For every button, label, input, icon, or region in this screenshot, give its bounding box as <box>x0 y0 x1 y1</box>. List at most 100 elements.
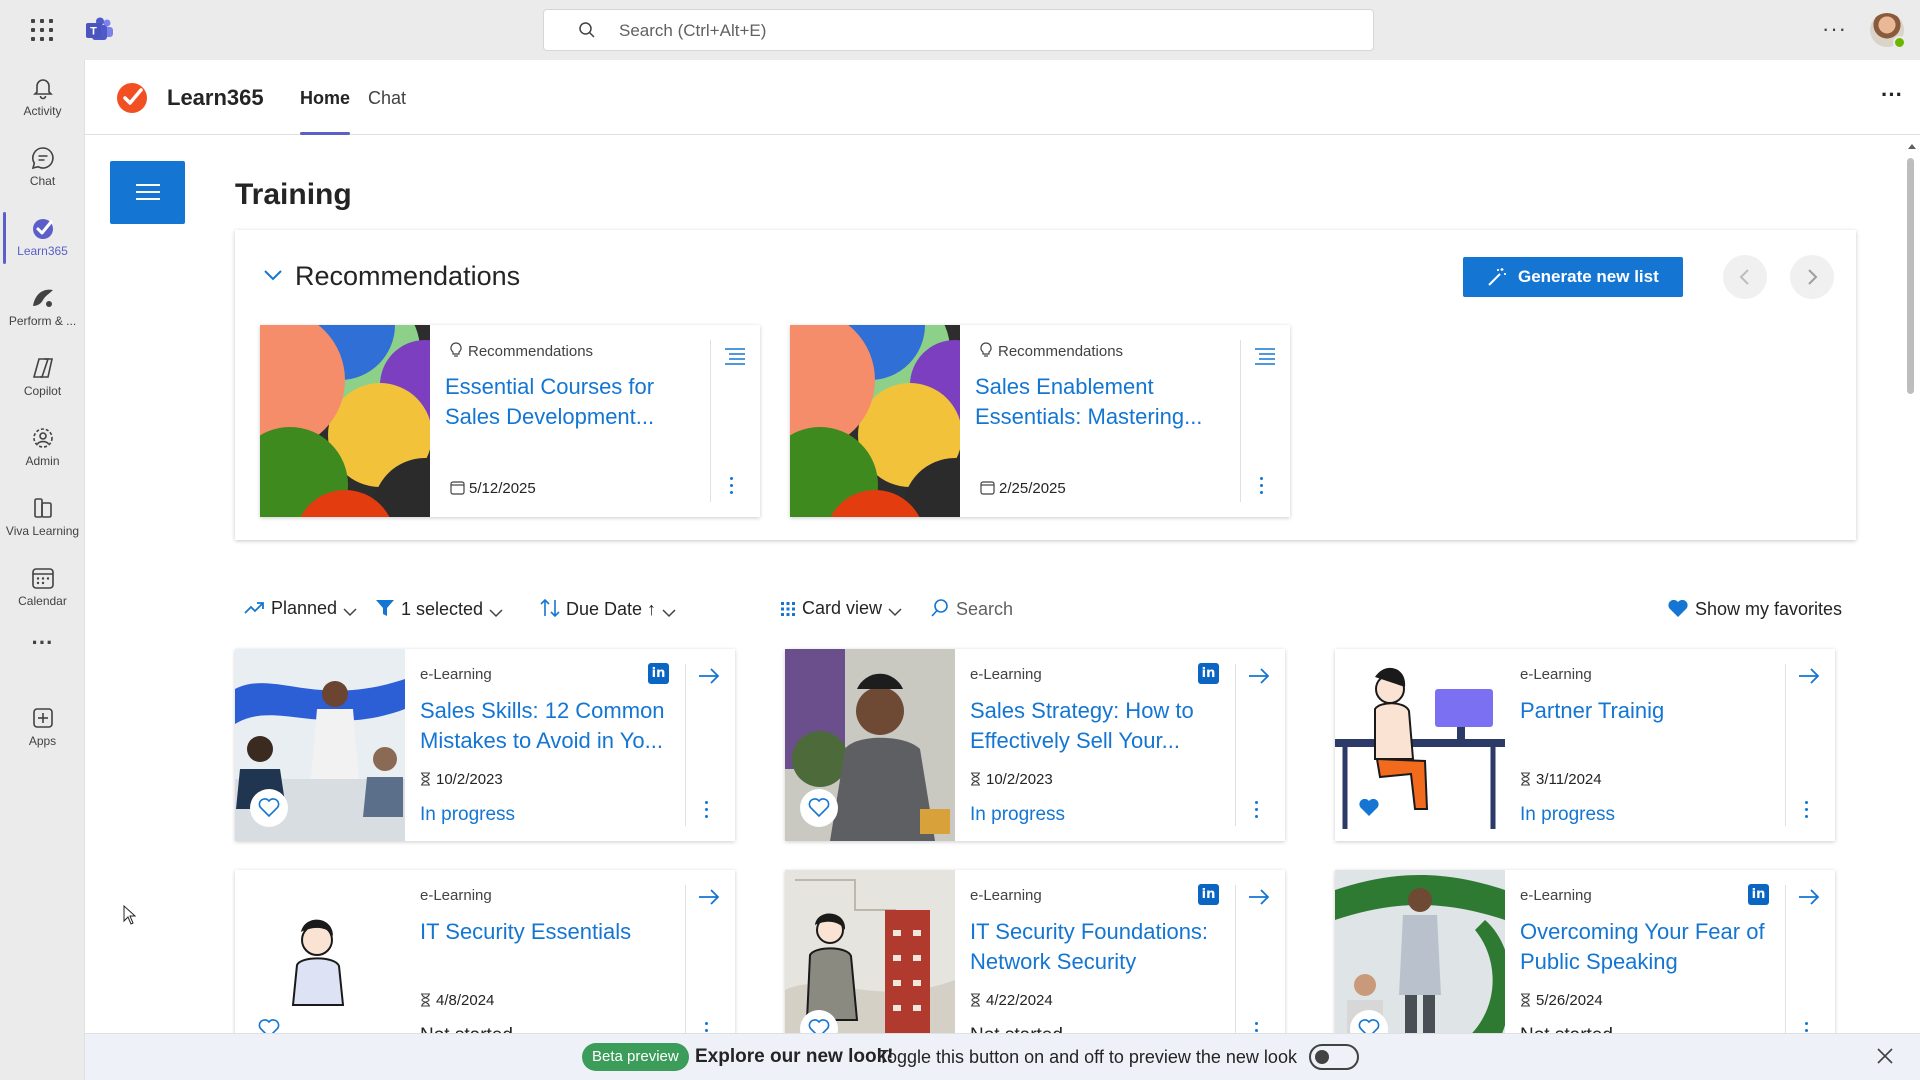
recommendation-date: 5/12/2025 <box>450 480 536 497</box>
more-vertical-icon[interactable] <box>705 801 709 822</box>
rail-item-calendar[interactable]: Calendar <box>0 556 85 622</box>
avatar[interactable] <box>1870 13 1906 49</box>
course-status: In progress <box>970 804 1066 825</box>
arrow-right-icon[interactable] <box>1248 888 1270 906</box>
sort-dropdown[interactable]: Due Date ↑ <box>540 598 676 620</box>
heart-filled-icon <box>1359 798 1379 816</box>
banner-headline: Explore our new look! <box>695 1046 894 1067</box>
arrow-right-icon[interactable] <box>1248 667 1270 685</box>
learn365-app: Learn365 Home Chat ··· Training Recommen… <box>85 60 1920 1080</box>
course-title-link[interactable]: Sales Strategy: How to Effectively Sell … <box>970 696 1235 756</box>
recommendation-title-link[interactable]: Essential Courses for Sales Development.… <box>445 372 695 432</box>
show-favorites-toggle[interactable]: Show my favorites <box>1667 598 1848 620</box>
linkedin-icon: in <box>1198 884 1219 905</box>
app-launcher-icon[interactable] <box>30 18 54 42</box>
course-title-link[interactable]: IT Security Essentials <box>420 917 685 947</box>
recommendation-card[interactable]: Recommendations Sales Enablement Essenti… <box>790 325 1290 517</box>
more-icon: ··· <box>31 630 54 655</box>
rail-item-viva-learning[interactable]: Viva Learning <box>0 486 85 552</box>
course-type: e-Learning <box>970 887 1042 904</box>
more-vertical-icon[interactable] <box>1260 477 1264 498</box>
favorite-button[interactable] <box>250 789 288 827</box>
copilot-icon <box>32 358 53 378</box>
course-due-date: 5/26/2024 <box>1520 992 1603 1009</box>
chat-icon <box>31 147 54 170</box>
hourglass-icon <box>971 993 980 1007</box>
close-icon[interactable] <box>1875 1046 1895 1066</box>
arrow-right-icon[interactable] <box>698 667 720 685</box>
favorite-button[interactable] <box>800 789 838 827</box>
chevron-down-icon <box>888 608 902 617</box>
chevron-down-icon <box>662 609 676 618</box>
generate-new-list-button[interactable]: Generate new list <box>1463 257 1683 297</box>
card-search-input[interactable]: Search <box>930 598 1019 620</box>
details-list-icon[interactable] <box>724 347 746 365</box>
tab-chat[interactable]: Chat <box>368 88 406 109</box>
planned-dropdown[interactable]: Planned <box>243 598 357 619</box>
rail-item-admin[interactable]: Admin <box>0 416 85 482</box>
banner-message: Toggle this button on and off to preview… <box>878 1047 1297 1067</box>
abstract-circles-thumbnail <box>790 325 960 517</box>
trending-icon <box>244 602 264 614</box>
app-rail: Activity Chat Learn365 Perform & ... Cop… <box>0 60 85 1080</box>
arrow-right-icon[interactable] <box>1798 888 1820 906</box>
course-title-link[interactable]: Partner Trainig <box>1520 696 1785 726</box>
teams-logo-icon[interactable]: T <box>86 17 114 43</box>
details-list-icon[interactable] <box>1254 347 1276 365</box>
search-input[interactable]: Search (Ctrl+Alt+E) <box>543 9 1374 51</box>
hourglass-icon <box>971 772 980 786</box>
hourglass-icon <box>421 772 430 786</box>
course-card[interactable]: e-Learning Partner Trainig 3/11/2024 In … <box>1335 649 1835 841</box>
course-due-date: 4/8/2024 <box>420 992 494 1009</box>
course-card[interactable]: e-Learning in Sales Skills: 12 Common Mi… <box>235 649 735 841</box>
calendar-icon <box>450 481 465 495</box>
magic-wand-icon <box>1488 268 1506 286</box>
rail-item-copilot[interactable]: Copilot <box>0 346 85 412</box>
linkedin-icon: in <box>648 663 669 684</box>
rail-item-apps[interactable]: Apps <box>0 696 85 762</box>
next-button[interactable] <box>1790 255 1834 299</box>
rail-item-activity[interactable]: Activity <box>0 66 85 132</box>
course-type: e-Learning <box>970 666 1042 683</box>
rail-item-more[interactable]: ··· <box>0 628 85 668</box>
course-title-link[interactable]: Overcoming Your Fear of Public Speaking <box>1520 917 1785 977</box>
course-title-link[interactable]: IT Security Foundations: Network Securit… <box>970 917 1235 977</box>
scroll-up-icon[interactable] <box>1907 142 1917 150</box>
course-card[interactable]: e-Learning in Sales Strategy: How to Eff… <box>785 649 1285 841</box>
recommendation-card[interactable]: Recommendations Essential Courses for Sa… <box>260 325 760 517</box>
hamburger-menu-button[interactable] <box>110 161 185 224</box>
more-vertical-icon[interactable] <box>1805 801 1809 822</box>
rail-item-chat[interactable]: Chat <box>0 136 85 202</box>
recommendation-title-link[interactable]: Sales Enablement Essentials: Mastering..… <box>975 372 1225 432</box>
hourglass-icon <box>421 993 430 1007</box>
more-vertical-icon[interactable] <box>730 477 734 498</box>
rail-item-perform[interactable]: Perform & ... <box>0 276 85 342</box>
heart-outline-icon <box>808 798 830 818</box>
arrow-right-icon[interactable] <box>698 888 720 906</box>
rail-item-learn365[interactable]: Learn365 <box>0 206 85 272</box>
arrow-right-icon[interactable] <box>1798 667 1820 685</box>
course-status: In progress <box>420 804 516 825</box>
app-more-options-icon[interactable]: ··· <box>1881 82 1903 108</box>
abstract-circles-thumbnail <box>260 325 430 517</box>
calendar-icon <box>980 481 995 495</box>
more-options-icon[interactable]: ··· <box>1822 16 1847 42</box>
new-look-toggle[interactable] <box>1309 1044 1359 1070</box>
more-vertical-icon[interactable] <box>1255 801 1259 822</box>
view-dropdown[interactable]: Card view <box>780 598 902 619</box>
chevron-down-icon[interactable] <box>263 268 283 282</box>
previous-button[interactable] <box>1723 255 1767 299</box>
beta-preview-banner: Beta preview Explore our new look! Toggl… <box>85 1033 1920 1080</box>
chevron-down-icon <box>489 609 503 618</box>
app-name: Learn365 <box>167 85 264 110</box>
presence-available-icon <box>1893 36 1906 49</box>
filter-dropdown[interactable]: 1 selected <box>375 598 503 620</box>
course-title-link[interactable]: Sales Skills: 12 Common Mistakes to Avoi… <box>420 696 685 756</box>
tab-home[interactable]: Home <box>300 88 351 135</box>
recommendation-tag: Recommendations <box>980 342 1123 360</box>
apps-icon <box>32 708 53 728</box>
scrollbar-thumb[interactable] <box>1907 158 1914 394</box>
course-due-date: 4/22/2024 <box>970 992 1053 1009</box>
beta-preview-badge: Beta preview <box>582 1043 689 1071</box>
favorite-button[interactable] <box>1350 789 1388 827</box>
